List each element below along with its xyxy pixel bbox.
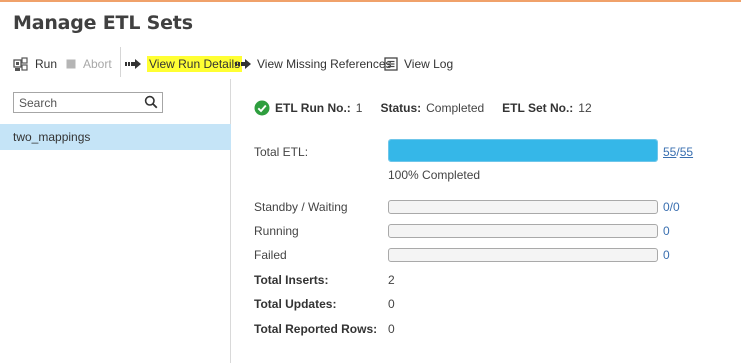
- running-progress-bar: [388, 224, 658, 238]
- total-updates-value: 0: [388, 297, 395, 311]
- etl-set-list-pane: two_mappings: [0, 79, 231, 363]
- total-etl-label: Total ETL:: [254, 145, 309, 159]
- running-value[interactable]: 0: [663, 224, 670, 238]
- view-run-details-button[interactable]: View Run Details: [125, 50, 243, 78]
- abort-button[interactable]: Abort: [65, 50, 112, 78]
- view-missing-references-label: View Missing References: [257, 57, 392, 71]
- etl-total-link[interactable]: 55: [680, 145, 693, 159]
- search-icon[interactable]: [144, 95, 158, 109]
- total-etl-progress-bar: [388, 139, 658, 162]
- arrow-right-icon: [235, 59, 251, 69]
- total-updates-label: Total Updates:: [254, 297, 337, 311]
- run-button[interactable]: Run: [13, 50, 57, 78]
- total-etl-count: 55/55: [663, 145, 693, 159]
- total-inserts-value: 2: [388, 273, 395, 287]
- view-missing-references-button[interactable]: View Missing References: [235, 50, 392, 78]
- etl-set-no-label: ETL Set No.:: [502, 101, 574, 115]
- etl-run-no-label: ETL Run No.:: [275, 101, 351, 115]
- total-reported-rows-value: 0: [388, 322, 395, 336]
- view-log-label: View Log: [404, 57, 454, 71]
- list-item[interactable]: two_mappings: [0, 124, 231, 150]
- failed-label: Failed: [254, 248, 287, 262]
- total-inserts-label: Total Inserts:: [254, 273, 329, 287]
- search-box: [13, 92, 163, 113]
- run-summary: ETL Run No.: 1 Status: Completed ETL Set…: [254, 99, 592, 117]
- top-accent-border: [0, 0, 741, 2]
- etl-run-no-value: 1: [355, 101, 363, 115]
- running-label: Running: [254, 224, 299, 238]
- check-circle-icon: [254, 100, 270, 116]
- view-log-button[interactable]: View Log: [384, 50, 453, 78]
- etl-set-no-value: 12: [578, 101, 592, 115]
- run-icon: [13, 56, 29, 72]
- page-title: Manage ETL Sets: [13, 12, 193, 34]
- total-etl-progress-fill: [389, 140, 657, 161]
- toolbar-divider: [120, 47, 121, 77]
- failed-value[interactable]: 0: [663, 248, 670, 262]
- arrow-right-icon: [125, 59, 141, 69]
- abort-label: Abort: [83, 57, 112, 71]
- run-label: Run: [35, 57, 58, 71]
- document-icon: [384, 57, 398, 71]
- standby-progress-bar: [388, 200, 658, 214]
- search-input[interactable]: [14, 93, 142, 112]
- completed-percentage-text: 100% Completed: [388, 168, 481, 182]
- stop-icon: [65, 58, 77, 70]
- status-value: Completed: [426, 101, 485, 115]
- view-run-details-label: View Run Details: [147, 56, 243, 72]
- total-reported-rows-label: Total Reported Rows:: [254, 322, 378, 336]
- failed-progress-bar: [388, 248, 658, 262]
- toolbar: Run Abort View Run Details View Missing …: [0, 50, 741, 78]
- standby-waiting-value[interactable]: 0/0: [663, 200, 680, 214]
- standby-waiting-label: Standby / Waiting: [254, 200, 348, 214]
- etl-done-link[interactable]: 55: [663, 145, 676, 159]
- status-label: Status:: [380, 101, 422, 115]
